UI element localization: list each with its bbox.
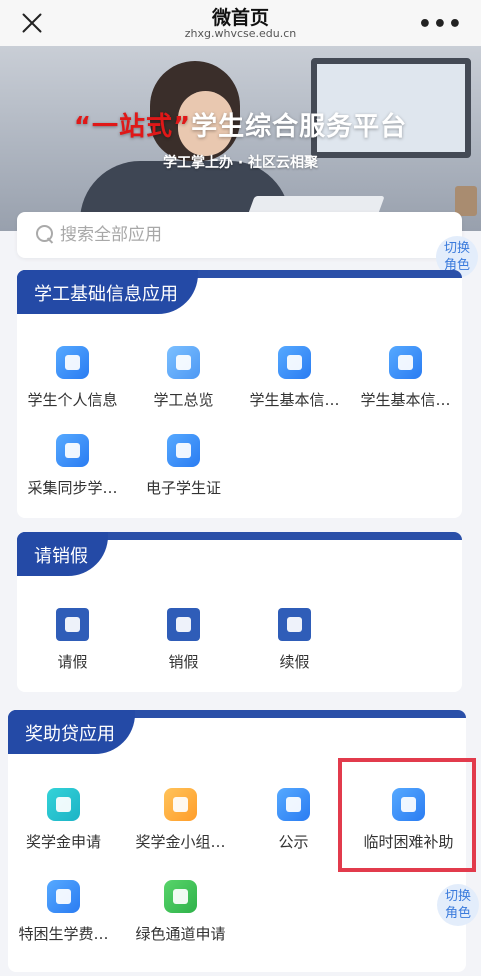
app-student-id[interactable]: 电子学生证: [128, 434, 239, 514]
app-tuition-aid[interactable]: 特困生学费…: [8, 880, 119, 960]
app-label: 公示: [278, 833, 309, 851]
leave-request-icon: [56, 608, 89, 641]
person-icon: [278, 346, 311, 379]
app-label: 学生基本信…: [360, 391, 451, 409]
app-student-profile[interactable]: 学生个人信息: [17, 346, 128, 426]
app-label: 请假: [57, 653, 88, 671]
page-url: zhxg.whvcse.edu.cn: [184, 27, 297, 40]
notice-icon: [277, 788, 310, 821]
app-label: 奖学金申请: [25, 833, 101, 851]
search-bar[interactable]: [17, 212, 462, 258]
app-green-channel[interactable]: 绿色通道申请: [125, 880, 236, 960]
cup-illustration: [455, 186, 477, 216]
app-sync[interactable]: 采集同步学…: [17, 434, 128, 514]
id-card-icon: [167, 434, 200, 467]
sync-icon: [56, 434, 89, 467]
banner-subtitle: 学工掌上办 · 社区云相聚: [162, 155, 319, 171]
top-navbar: 微首页 zhxg.whvcse.edu.cn •••: [0, 0, 481, 46]
app-student-basic-info-2[interactable]: 学生基本信…: [350, 346, 461, 426]
highlight-box: [338, 758, 476, 872]
search-icon: [36, 225, 54, 243]
banner-title-rest: 学生综合服务平台: [191, 112, 408, 142]
scholarship-icon: [47, 788, 80, 821]
quote-close: ”: [173, 112, 192, 142]
app-student-basic-info-1[interactable]: 学生基本信…: [239, 346, 350, 426]
group-icon: [164, 788, 197, 821]
switch-role-label-2: 角色: [444, 906, 471, 921]
app-extend-leave[interactable]: 续假: [239, 608, 350, 688]
extend-leave-icon: [278, 608, 311, 641]
banner-title: “一站式”学生综合服务平台: [0, 106, 481, 143]
calendar-30-icon: [167, 608, 200, 641]
page-title: 微首页: [211, 7, 269, 29]
app-label: 奖学金小组…: [135, 833, 226, 851]
app-label: 学生个人信息: [27, 391, 118, 409]
switch-role-button-bottom[interactable]: 切换 角色: [437, 884, 479, 926]
section-title: 奖助贷应用: [8, 710, 135, 754]
student-profile-icon: [56, 346, 89, 379]
app-label: 销假: [168, 653, 199, 671]
section-student-info: 学工基础信息应用 学生个人信息 学工总览 学生基本信… 学生基本信… 采集同步学…: [17, 270, 462, 518]
app-label: 特困生学费…: [18, 925, 109, 943]
app-label: 采集同步学…: [27, 479, 118, 497]
quote-open: “: [73, 112, 92, 142]
app-scholarship-group[interactable]: 奖学金小组…: [125, 788, 236, 868]
more-menu-icon[interactable]: •••: [418, 12, 463, 37]
switch-role-label-1: 切换: [443, 241, 470, 256]
tuition-icon: [47, 880, 80, 913]
section-leave: 请销假 请假 销假 续假: [17, 532, 462, 692]
banner-title-highlight: 一站式: [91, 112, 173, 142]
app-overview[interactable]: 学工总览: [128, 346, 239, 426]
app-leave-request[interactable]: 请假: [17, 608, 128, 688]
green-channel-icon: [164, 880, 197, 913]
app-label: 续假: [279, 653, 310, 671]
app-public-notice[interactable]: 公示: [238, 788, 349, 868]
app-label: 学生基本信…: [249, 391, 340, 409]
app-label: 学工总览: [153, 391, 214, 409]
app-label: 电子学生证: [145, 479, 221, 497]
monitor-icon: [389, 346, 422, 379]
section-title: 学工基础信息应用: [17, 270, 198, 314]
search-input[interactable]: [60, 222, 440, 248]
hero-banner: “一站式”学生综合服务平台 学工掌上办 · 社区云相聚: [0, 46, 481, 231]
app-label: 绿色通道申请: [135, 925, 226, 943]
pie-chart-icon: [167, 346, 200, 379]
app-cancel-leave[interactable]: 销假: [128, 608, 239, 688]
app-scholarship-apply[interactable]: 奖学金申请: [8, 788, 119, 868]
switch-role-label-1: 切换: [444, 889, 471, 904]
